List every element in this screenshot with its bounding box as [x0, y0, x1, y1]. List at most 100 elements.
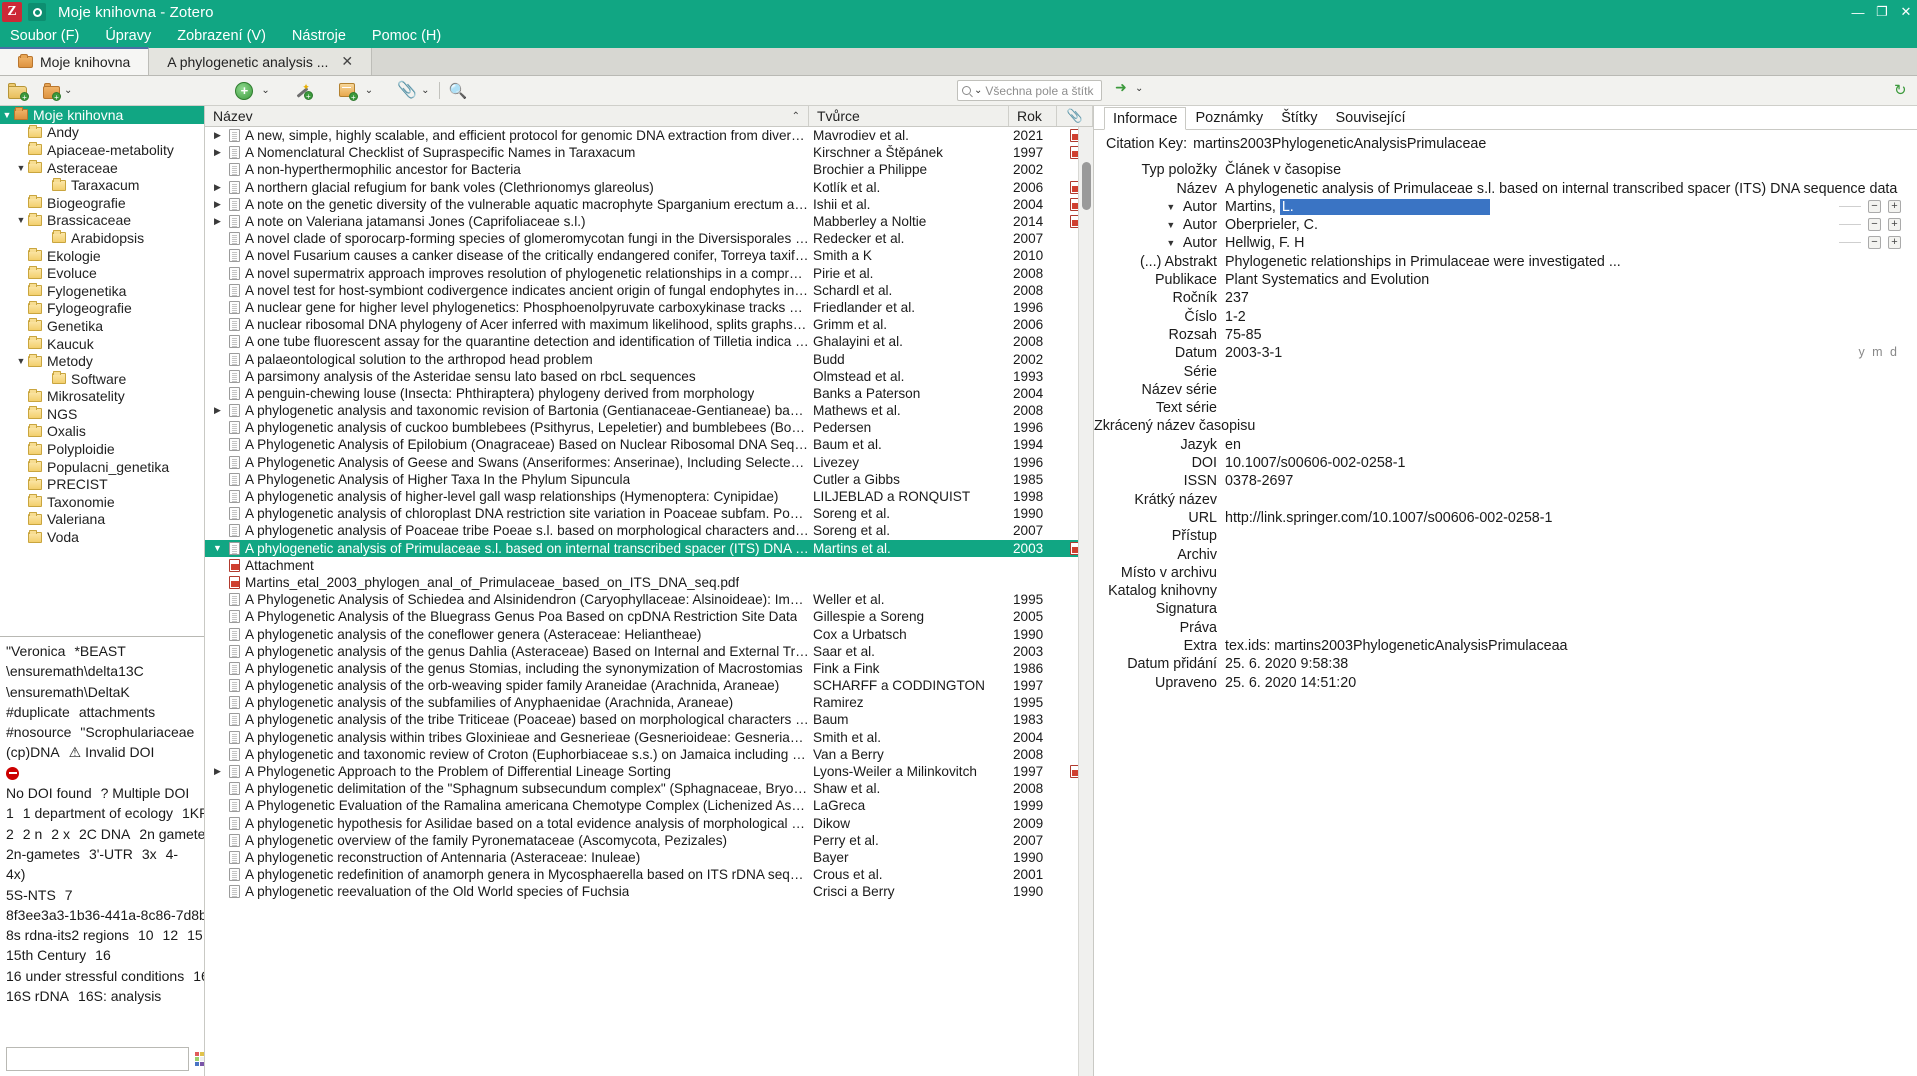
collection-item-brassicaceae[interactable]: ▼ Brassicaceae: [0, 212, 204, 230]
table-row[interactable]: A non-hyperthermophilic ancestor for Bac…: [205, 161, 1093, 178]
collection-item-moje-knihovna[interactable]: ▼ Moje knihovna: [0, 106, 204, 124]
twisty-icon[interactable]: ▼: [0, 110, 14, 120]
tag-item[interactable]: (cp)DNA: [6, 744, 60, 760]
twisty-icon[interactable]: ▼: [1165, 220, 1177, 230]
field-value[interactable]: http://link.springer.com/10.1007/s00606-…: [1225, 510, 1905, 526]
author-first-name-input[interactable]: L.: [1279, 198, 1490, 215]
table-row[interactable]: A phylogenetic reconstruction of Antenna…: [205, 849, 1093, 866]
twisty-icon[interactable]: ▼: [14, 356, 28, 366]
collection-item-fylogenetika[interactable]: Fylogenetika: [0, 282, 204, 300]
close-button[interactable]: ✕: [1899, 4, 1913, 20]
tag-item[interactable]: "Scrophulariaceae: [80, 724, 194, 740]
tag-item[interactable]: \ensuremath\DeltaK: [6, 684, 130, 700]
tag-item[interactable]: 2 x: [51, 826, 70, 842]
twisty-icon[interactable]: ▼: [1165, 238, 1177, 248]
table-row[interactable]: A nuclear ribosomal DNA phylogeny of Ace…: [205, 316, 1093, 333]
field-value[interactable]: Phylogenetic relationships in Primulacea…: [1225, 254, 1905, 270]
table-row[interactable]: ▶ A Phylogenetic Approach to the Problem …: [205, 763, 1093, 780]
collection-item-valeriana[interactable]: Valeriana: [0, 511, 204, 529]
add-author-button[interactable]: +: [1888, 218, 1901, 232]
add-author-button[interactable]: +: [1888, 236, 1901, 250]
menu-soubor[interactable]: Soubor (F): [10, 28, 79, 44]
table-row[interactable]: A phylogenetic analysis of the orb-weavi…: [205, 677, 1093, 694]
collection-item-andy[interactable]: Andy: [0, 124, 204, 142]
tag-item[interactable]: 10: [138, 927, 154, 943]
citation-key-value[interactable]: martins2003PhylogeneticAnalysisPrimulace…: [1193, 136, 1905, 152]
new-library-button[interactable]: + ⌄: [42, 82, 72, 102]
tag-item[interactable]: \ensuremath\delta13C: [6, 663, 144, 679]
tag-item[interactable]: 2n-gametes: [6, 846, 80, 862]
table-row[interactable]: A Phylogenetic Analysis of Higher Taxa I…: [205, 471, 1093, 488]
tag-item[interactable]: "Veronica: [6, 643, 65, 659]
table-row[interactable]: A phylogenetic analysis of the genus Sto…: [205, 660, 1093, 677]
add-attachment-button[interactable]: 📎 ⌄: [397, 82, 429, 99]
collection-item-evoluce[interactable]: Evoluce: [0, 264, 204, 282]
collection-item-voda[interactable]: Voda: [0, 528, 204, 546]
twisty-icon[interactable]: ▼: [1165, 202, 1177, 212]
table-row[interactable]: A palaeontological solution to the arthr…: [205, 350, 1093, 367]
table-row[interactable]: ▶ A northern glacial refugium for bank vo…: [205, 179, 1093, 196]
twisty-icon[interactable]: ▶: [211, 130, 224, 141]
table-row[interactable]: ▶ A new, simple, highly scalable, and eff…: [205, 127, 1093, 144]
field-value[interactable]: 25. 6. 2020 14:51:20: [1225, 675, 1905, 691]
twisty-icon[interactable]: ▶: [211, 216, 224, 227]
field-value[interactable]: Článek v časopise: [1225, 162, 1905, 178]
table-row[interactable]: A novel supermatrix approach improves re…: [205, 265, 1093, 282]
tag-item[interactable]: 15th Century: [6, 947, 86, 963]
collection-item-fylogeografie[interactable]: Fylogeografie: [0, 300, 204, 318]
table-row[interactable]: A Phylogenetic Analysis of the Bluegrass…: [205, 608, 1093, 625]
search-input[interactable]: ⌄ Všechna pole a štítk: [957, 80, 1102, 101]
tab-souvisejici[interactable]: Související: [1326, 106, 1414, 129]
tag-item[interactable]: 12: [163, 927, 179, 943]
field-value[interactable]: Hellwig, F. H − +: [1225, 235, 1905, 251]
chevron-down-icon[interactable]: ⌄: [64, 85, 72, 96]
field-value[interactable]: 25. 6. 2020 9:58:38: [1225, 656, 1905, 672]
tag-cloud[interactable]: "Veronica *BEAST \ensuremath\delta13C \ensu…: [0, 637, 204, 1042]
table-row[interactable]: A Phylogenetic Evaluation of the Ramalin…: [205, 797, 1093, 814]
remove-author-button[interactable]: −: [1868, 218, 1881, 232]
advanced-search-button[interactable]: 🔍: [449, 82, 468, 100]
table-row[interactable]: A phylogenetic analysis of the subfamili…: [205, 694, 1093, 711]
field-value[interactable]: 2003-3-1 y m d: [1225, 345, 1905, 361]
tag-item[interactable]: ⚠ Invalid DOI: [69, 744, 155, 760]
table-row[interactable]: A phylogenetic hypothesis for Asilidae b…: [205, 815, 1093, 832]
tag-item[interactable]: 15: [187, 927, 203, 943]
tag-item[interactable]: No DOI found: [6, 785, 92, 801]
tag-item[interactable]: #duplicate: [6, 704, 70, 720]
table-row[interactable]: A novel clade of sporocarp-forming speci…: [205, 230, 1093, 247]
tag-item[interactable]: attachments: [79, 704, 155, 720]
table-row[interactable]: A one tube fluorescent assay for the qua…: [205, 333, 1093, 350]
collection-item-polyploidie[interactable]: Polyploidie: [0, 440, 204, 458]
tag-item[interactable]: 1KP: [182, 805, 204, 821]
chevron-down-icon[interactable]: ⌄: [974, 85, 982, 96]
column-header-creator[interactable]: Tvůrce: [809, 106, 1009, 126]
tag-item[interactable]: 3x: [142, 846, 157, 862]
tag-filter-input[interactable]: [6, 1047, 189, 1071]
menu-nastroje[interactable]: Nástroje: [292, 28, 346, 44]
collection-item-arabidopsis[interactable]: Arabidopsis: [0, 229, 204, 247]
menu-upravy[interactable]: Úpravy: [105, 28, 151, 44]
twisty-icon[interactable]: ▼: [14, 215, 28, 225]
tab-moje-knihovna[interactable]: Moje knihovna: [0, 47, 150, 75]
tag-item[interactable]: 2n gametes: [139, 826, 204, 842]
column-header-year[interactable]: Rok: [1009, 106, 1057, 126]
collection-item-mikrosatelity[interactable]: Mikrosatelity: [0, 388, 204, 406]
add-by-identifier-button[interactable]: ✦ +: [294, 82, 313, 101]
tag-item[interactable]: #nosource: [6, 724, 71, 740]
tag-item[interactable]: ? Multiple DOI: [101, 785, 190, 801]
table-row[interactable]: A phylogenetic overview of the family Py…: [205, 832, 1093, 849]
tag-item[interactable]: 16S rDNA: [6, 988, 69, 1004]
table-row[interactable]: ▶ A phylogenetic analysis and taxonomic r…: [205, 402, 1093, 419]
collection-item-biogeografie[interactable]: Biogeografie: [0, 194, 204, 212]
collection-item-apiaceae-metabolity[interactable]: Apiaceae-metabolity: [0, 141, 204, 159]
locate-icon[interactable]: ➜: [1115, 80, 1131, 95]
chevron-down-icon[interactable]: ⌄: [261, 85, 269, 96]
tag-item[interactable]: 8s rdna-its2 regions: [6, 927, 129, 943]
menu-zobrazeni[interactable]: Zobrazení (V): [177, 28, 266, 44]
tag-item[interactable]: 3'-UTR: [89, 846, 133, 862]
add-item-button[interactable]: + ⌄: [235, 81, 270, 100]
item-list[interactable]: ▶ A new, simple, highly scalable, and eff…: [205, 127, 1093, 1076]
collection-item-ekologie[interactable]: Ekologie: [0, 247, 204, 265]
table-row[interactable]: A phylogenetic analysis of higher-level …: [205, 488, 1093, 505]
tag-item[interactable]: 8f3ee3a3-1b36-441a-8c86-7d8bf…: [6, 907, 204, 923]
